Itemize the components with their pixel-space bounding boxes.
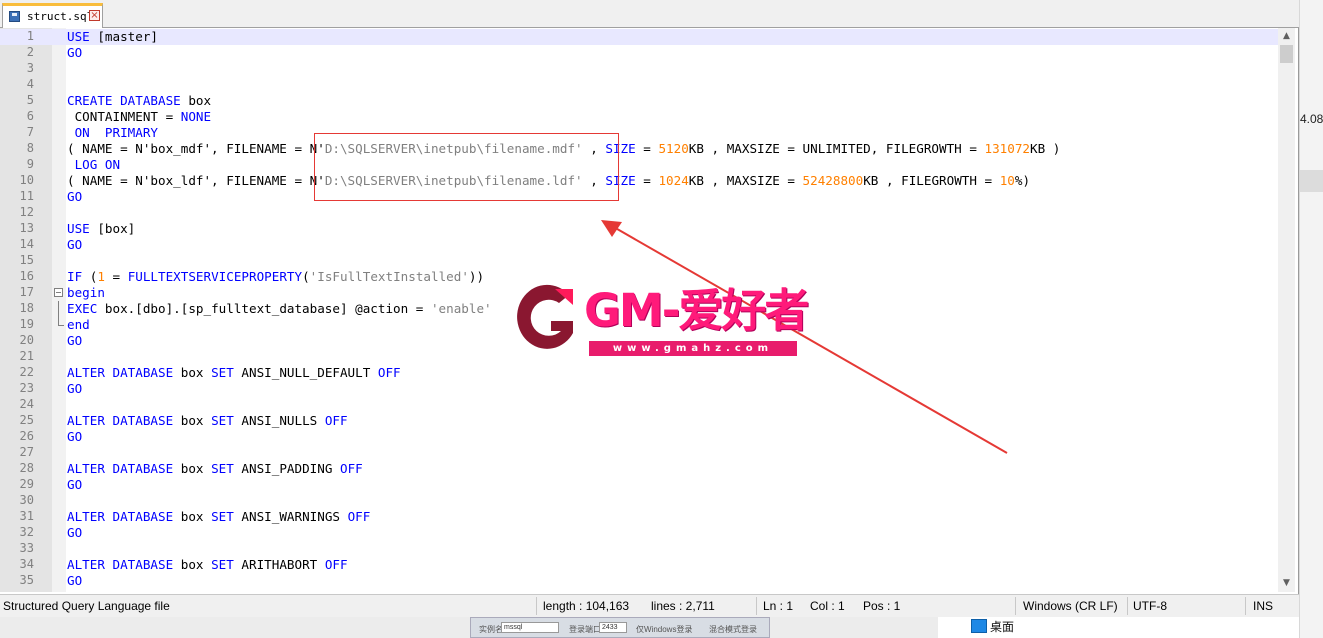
background-window-text: 4.08. — [1300, 112, 1323, 126]
background-window-band — [1300, 170, 1323, 192]
background-window-edge: 4.08. — [1299, 0, 1323, 638]
bg-form-label-port: 登录端口 — [569, 625, 601, 634]
bg-form-label-instance: 实例名 — [479, 625, 503, 634]
bg-form-option-windows: 仅Windows登录 — [636, 625, 693, 634]
background-login-form: 实例名 mssql 登录端口 2433 仅Windows登录 混合模式登录 — [470, 617, 770, 638]
watermark-logo: GM-爱好者 www.gmahz.com — [517, 283, 809, 358]
background-desktop-item: 桌面 — [938, 617, 1299, 638]
desktop-label: 桌面 — [990, 620, 1015, 634]
watermark-g-badge — [517, 284, 573, 349]
bg-form-port-field: 2433 — [599, 622, 627, 633]
bg-form-option-mixed: 混合模式登录 — [709, 625, 757, 634]
watermark-url: www.gmahz.com — [612, 343, 774, 354]
bg-form-instance-field: mssql — [501, 622, 559, 633]
desktop-folder-icon — [971, 619, 987, 633]
watermark-title: GM-爱好者 — [584, 284, 809, 337]
